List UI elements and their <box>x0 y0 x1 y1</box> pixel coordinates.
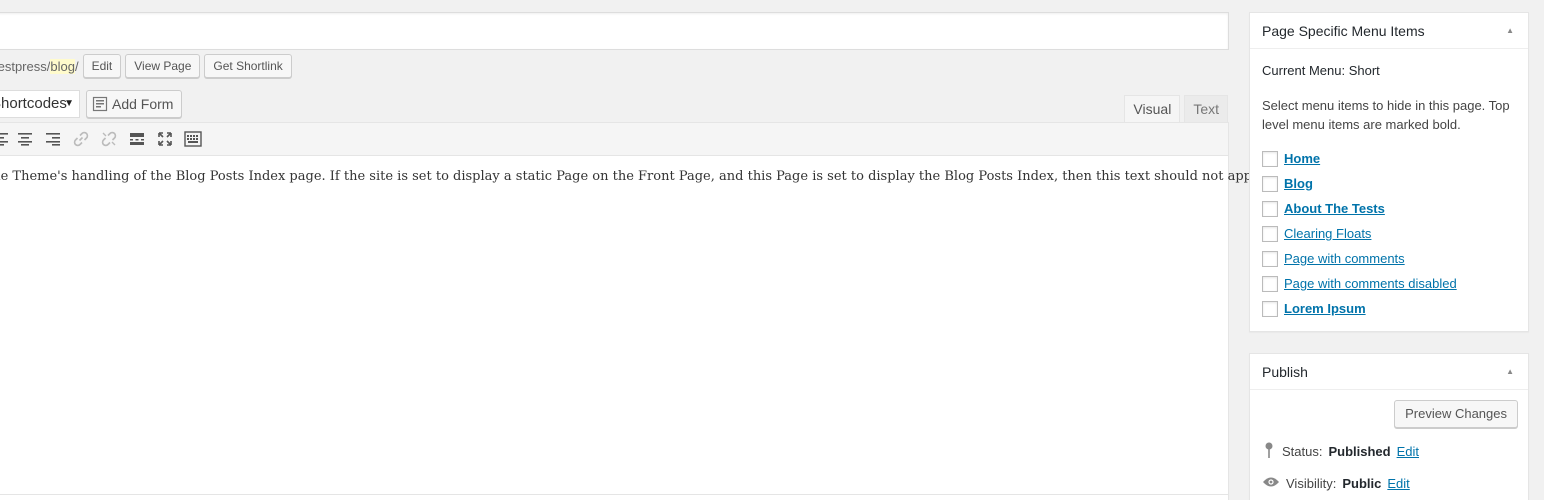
menu-item-checkbox[interactable] <box>1262 200 1278 217</box>
menu-item-checkbox[interactable] <box>1262 150 1278 167</box>
tab-visual[interactable]: Visual <box>1124 95 1181 123</box>
menu-item-checkbox[interactable] <box>1262 275 1278 292</box>
menu-item-row: Page with comments <box>1262 246 1516 271</box>
shortcodes-select[interactable]: Shortcodes ▼ <box>0 90 80 118</box>
menu-item-link[interactable]: Home <box>1284 151 1320 166</box>
current-menu-label: Current Menu: Short <box>1262 63 1380 78</box>
menu-item-link[interactable]: Lorem Ipsum <box>1284 301 1366 316</box>
menu-item-link[interactable]: Clearing Floats <box>1284 226 1371 241</box>
permalink-url[interactable]: testpress/blog/ <box>0 58 79 74</box>
menu-box-title: Page Specific Menu Items <box>1262 22 1425 39</box>
insert-link-icon[interactable] <box>67 125 95 153</box>
visibility-label: Visibility: <box>1286 476 1337 491</box>
edit-status-link[interactable]: Edit <box>1397 444 1419 459</box>
read-more-icon[interactable] <box>123 125 151 153</box>
permalink-suffix: / <box>74 58 79 74</box>
status-row: Status: Published Edit <box>1262 441 1518 462</box>
align-right-icon[interactable] <box>39 125 67 153</box>
editor-divider <box>0 494 1229 495</box>
view-page-button[interactable]: View Page <box>125 54 201 78</box>
edit-permalink-button[interactable]: Edit <box>82 54 122 78</box>
publish-box-title: Publish <box>1262 363 1308 380</box>
add-form-label: Add Form <box>112 96 174 112</box>
tab-text[interactable]: Text <box>1184 95 1228 123</box>
menu-items-list: Home Blog About The Tests Clearing Floats Pa… <box>1262 146 1516 321</box>
menu-description: Select menu items to hide in this page. … <box>1262 98 1510 132</box>
editor-content-area[interactable]: the Theme's handling of the Blog Posts I… <box>0 156 1276 184</box>
menu-box-header[interactable]: Page Specific Menu Items ▲ <box>1250 13 1528 49</box>
post-title-input[interactable] <box>0 12 1229 50</box>
preview-changes-button[interactable]: Preview Changes <box>1394 400 1518 428</box>
menu-item-row: Blog <box>1262 171 1516 196</box>
form-icon <box>92 96 108 112</box>
menu-item-link[interactable]: Page with comments disabled <box>1284 276 1457 291</box>
fullscreen-icon[interactable] <box>151 125 179 153</box>
menu-item-checkbox[interactable] <box>1262 250 1278 267</box>
menu-item-row: About The Tests <box>1262 196 1516 221</box>
chevron-down-icon: ▼ <box>64 98 74 109</box>
permalink-prefix: testpress/ <box>0 58 51 74</box>
menu-item-checkbox[interactable] <box>1262 225 1278 242</box>
menu-item-checkbox[interactable] <box>1262 300 1278 317</box>
edit-visibility-link[interactable]: Edit <box>1387 476 1409 491</box>
menu-item-row: Lorem Ipsum <box>1262 296 1516 321</box>
content-editor: the Theme's handling of the Blog Posts I… <box>0 122 1276 500</box>
visibility-value: Public <box>1342 476 1382 491</box>
status-label: Status: <box>1282 444 1323 459</box>
collapse-arrow-icon[interactable]: ▲ <box>1506 26 1514 35</box>
menu-item-row: Clearing Floats <box>1262 221 1516 246</box>
add-form-button[interactable]: Add Form <box>86 90 183 118</box>
media-buttons-row: Shortcodes ▼ Add Form <box>0 90 183 118</box>
get-shortlink-button[interactable]: Get Shortlink <box>204 54 292 78</box>
align-center-icon[interactable] <box>11 125 39 153</box>
align-left-icon[interactable] <box>0 125 11 153</box>
eye-icon <box>1262 476 1280 491</box>
remove-link-icon[interactable] <box>95 125 123 153</box>
publish-box-header[interactable]: Publish ▲ <box>1250 354 1528 390</box>
page-specific-menu-box: Page Specific Menu Items ▲ Current Menu:… <box>1249 12 1529 332</box>
permalink-slug: blog <box>50 58 75 74</box>
status-value: Published <box>1328 444 1391 459</box>
shortcodes-select-value: Shortcodes <box>0 95 67 112</box>
toolbar-toggle-icon[interactable] <box>179 125 207 153</box>
collapse-arrow-icon[interactable]: ▲ <box>1506 367 1514 376</box>
editor-content-text: the Theme's handling of the Blog Posts I… <box>0 169 1277 184</box>
visibility-row: Visibility: Public Edit <box>1262 476 1518 491</box>
pin-icon <box>1262 441 1276 462</box>
menu-item-link[interactable]: Blog <box>1284 176 1313 191</box>
editor-toolbar <box>0 123 1228 156</box>
publish-box: Publish ▲ Preview Changes Status: Publis… <box>1249 353 1529 500</box>
menu-item-row: Home <box>1262 146 1516 171</box>
menu-item-link[interactable]: About The Tests <box>1284 201 1385 216</box>
editor-tabs: Visual Text <box>1124 95 1228 123</box>
menu-item-checkbox[interactable] <box>1262 175 1278 192</box>
menu-item-link[interactable]: Page with comments <box>1284 251 1405 266</box>
menu-item-row: Page with comments disabled <box>1262 271 1516 296</box>
permalink-row: testpress/blog/ Edit View Page Get Short… <box>0 54 292 78</box>
page-editor: testpress/blog/ Edit View Page Get Short… <box>0 0 1544 500</box>
